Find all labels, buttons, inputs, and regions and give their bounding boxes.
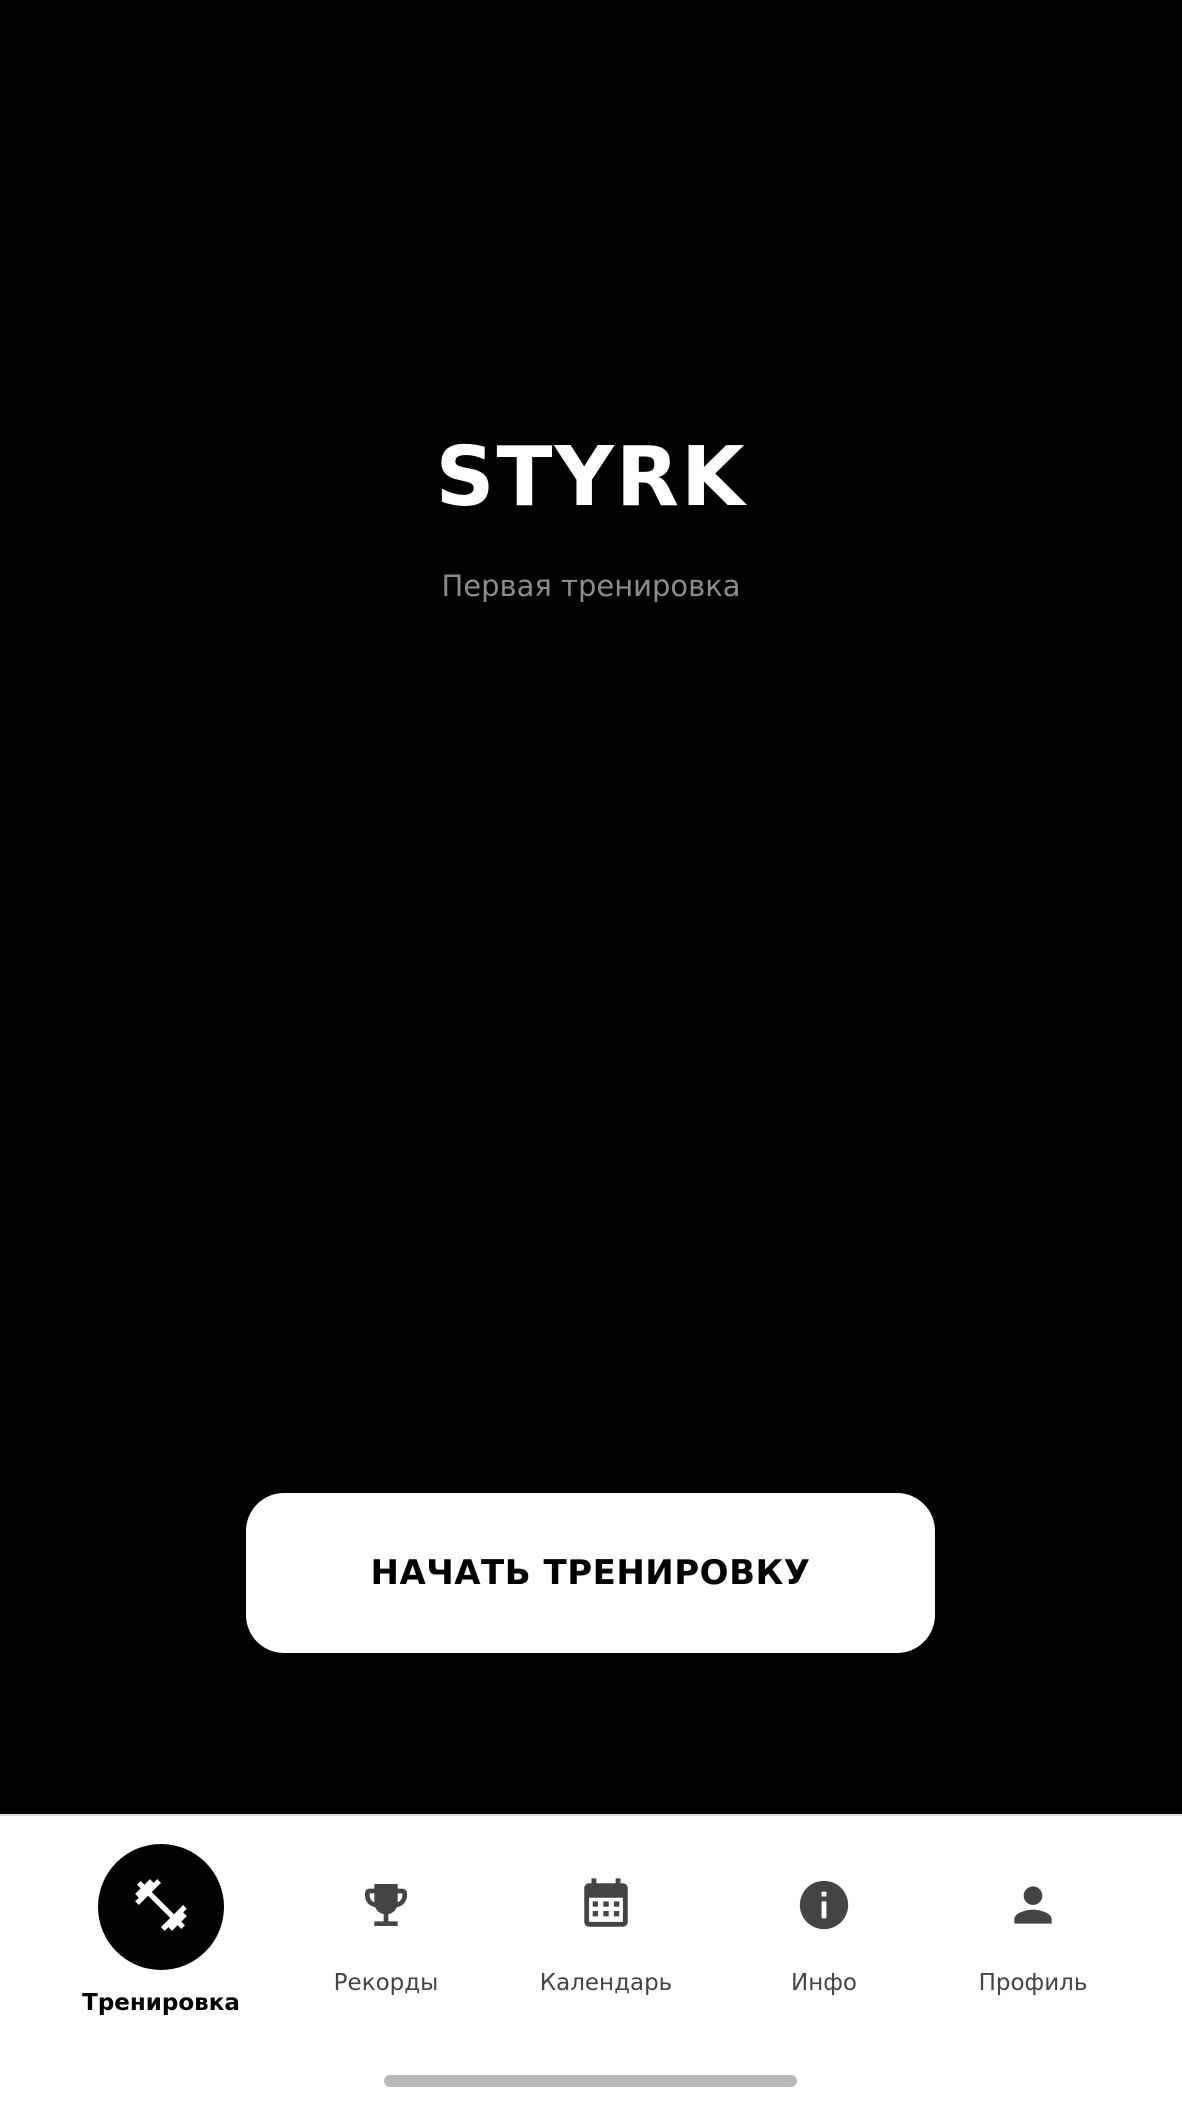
nav-item-records[interactable]: Рекорды: [306, 1816, 466, 2056]
info-icon: [795, 1876, 853, 1938]
dumbbell-icon: [130, 1874, 192, 1940]
workout-subtitle: Первая тренировка: [441, 569, 741, 603]
nav-label-workout: Тренировка: [82, 1990, 240, 2016]
home-indicator[interactable]: [384, 2075, 797, 2087]
nav-item-calendar[interactable]: Календарь: [521, 1816, 691, 2056]
nav-label-info: Инфо: [791, 1970, 857, 1996]
person-icon: [1005, 1877, 1061, 1937]
nav-item-profile[interactable]: Профиль: [953, 1816, 1113, 2056]
trophy-icon: [358, 1877, 414, 1937]
app-title: STYRK: [435, 430, 747, 525]
nav-label-profile: Профиль: [978, 1970, 1088, 1996]
nav-label-calendar: Календарь: [539, 1970, 673, 1996]
bottom-navigation: Тренировка Рекорды Календарь Инфо Профил…: [0, 1814, 1182, 2101]
app-screen: STYRK Первая тренировка НАЧАТЬ ТРЕНИРОВК…: [0, 0, 1182, 2101]
hero-section: STYRK Первая тренировка НАЧАТЬ ТРЕНИРОВК…: [0, 0, 1182, 1814]
nav-item-info[interactable]: Инфо: [744, 1816, 904, 2056]
nav-active-indicator: [98, 1844, 224, 1970]
nav-item-workout[interactable]: Тренировка: [81, 1816, 241, 2056]
start-workout-button[interactable]: НАЧАТЬ ТРЕНИРОВКУ: [246, 1493, 935, 1653]
calendar-icon: [577, 1876, 635, 1938]
nav-label-records: Рекорды: [333, 1970, 439, 1996]
